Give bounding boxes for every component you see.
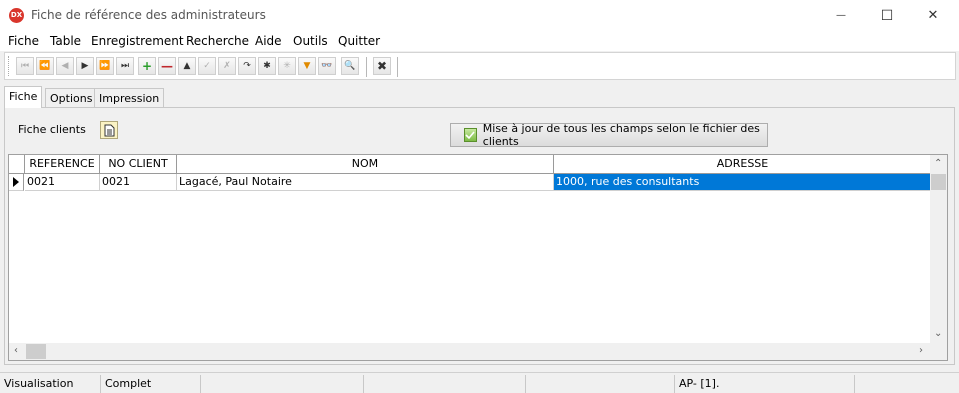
- delete-button[interactable]: —: [158, 57, 176, 75]
- toolbar-separator: [366, 57, 367, 77]
- bookmark-icon: ✱: [263, 60, 271, 71]
- title-bar: DX Fiche de référence des administrateur…: [0, 0, 959, 31]
- status-panel-7: [855, 375, 959, 393]
- grid-header: REFERENCE NO CLIENT NOM ADRESSE: [9, 155, 947, 174]
- search-button[interactable]: 🔍: [341, 57, 359, 75]
- delete-icon: —: [161, 59, 173, 73]
- insert-icon: +: [141, 59, 153, 73]
- first-record-icon: ⏮: [20, 60, 30, 71]
- menu-table[interactable]: Table: [50, 34, 81, 48]
- table-row[interactable]: 0021 0021 Lagacé, Paul Notaire 1000, rue…: [9, 174, 934, 192]
- column-header-reference[interactable]: REFERENCE: [25, 155, 100, 174]
- minimize-button[interactable]: —: [818, 0, 864, 31]
- close-button[interactable]: ✕: [910, 0, 956, 31]
- prior-page-icon: ⏪: [39, 60, 51, 71]
- cancel-button[interactable]: ✗: [218, 57, 236, 75]
- close-icon: ✕: [927, 8, 939, 23]
- cell-no-client[interactable]: 0021: [100, 174, 177, 191]
- navigator-toolbar: ⏮ ⏪ ◀ ▶ ⏩ ⏭ + — ▲ ✓ ✗ ↷ ✱ ✳ ▼ 👓 🔍 ✖: [4, 52, 956, 80]
- update-all-fields-button[interactable]: Mise à jour de tous les champs selon le …: [450, 122, 768, 148]
- current-row-indicator-icon: [9, 174, 24, 191]
- status-panel-3: [201, 375, 364, 393]
- column-header-no-client[interactable]: NO CLIENT: [100, 155, 177, 174]
- first-record-button[interactable]: ⏮: [16, 57, 34, 75]
- filter-button[interactable]: ▼: [298, 57, 316, 75]
- vertical-scroll-thumb[interactable]: [931, 174, 946, 190]
- goto-bookmark-icon: ✳: [283, 60, 291, 71]
- scroll-left-icon[interactable]: ‹: [14, 346, 18, 356]
- column-header-nom[interactable]: NOM: [177, 155, 554, 174]
- minimize-icon: —: [836, 10, 846, 21]
- edit-button[interactable]: ▲: [178, 57, 196, 75]
- menu-aide[interactable]: Aide: [255, 34, 282, 48]
- bookmark-button[interactable]: ✱: [258, 57, 276, 75]
- filter-icon: ▼: [303, 60, 311, 71]
- update-all-fields-label: Mise à jour de tous les champs selon le …: [482, 122, 760, 148]
- cancel-icon: ✗: [223, 60, 231, 71]
- scroll-right-icon[interactable]: ›: [919, 346, 923, 356]
- refresh-icon: ↷: [243, 60, 251, 71]
- last-record-button[interactable]: ⏭: [116, 57, 134, 75]
- menu-outils[interactable]: Outils: [293, 34, 328, 48]
- search-icon: 🔍: [344, 60, 356, 71]
- next-page-icon: ⏩: [99, 60, 111, 71]
- horizontal-scroll-thumb[interactable]: [26, 344, 46, 359]
- toolbar-separator: [397, 57, 398, 77]
- binoculars-icon: 👓: [321, 60, 333, 71]
- vertical-scrollbar[interactable]: ⌃ ⌄: [930, 155, 947, 343]
- edit-icon: ▲: [183, 60, 191, 71]
- next-page-button[interactable]: ⏩: [96, 57, 114, 75]
- binoculars-button[interactable]: 👓: [318, 57, 336, 75]
- scroll-down-icon[interactable]: ⌄: [934, 329, 942, 339]
- indicator-header: [9, 155, 25, 174]
- post-button[interactable]: ✓: [198, 57, 216, 75]
- goto-bookmark-button[interactable]: ✳: [278, 57, 296, 75]
- status-state: Complet: [101, 375, 201, 393]
- maximize-button[interactable]: ☐: [864, 0, 910, 31]
- status-record-position: AP- [1].: [675, 375, 855, 393]
- next-record-button[interactable]: ▶: [76, 57, 94, 75]
- maximize-icon: ☐: [880, 7, 894, 24]
- refresh-button[interactable]: ↷: [238, 57, 256, 75]
- prior-record-button[interactable]: ◀: [56, 57, 74, 75]
- app-icon: DX: [9, 8, 24, 23]
- cell-nom[interactable]: Lagacé, Paul Notaire: [177, 174, 554, 191]
- last-record-icon: ⏭: [120, 60, 130, 71]
- prior-page-button[interactable]: ⏪: [36, 57, 54, 75]
- insert-button[interactable]: +: [138, 57, 156, 75]
- scroll-up-icon[interactable]: ⌃: [934, 159, 942, 169]
- clients-grid[interactable]: REFERENCE NO CLIENT NOM ADRESSE 0021 002…: [8, 154, 948, 361]
- cell-adresse[interactable]: 1000, rue des consultants: [554, 174, 932, 191]
- menu-recherche[interactable]: Recherche: [186, 34, 249, 48]
- scrollbar-corner: [930, 343, 947, 360]
- menu-quitter[interactable]: Quitter: [338, 34, 380, 48]
- fiche-clients-label: Fiche clients: [18, 123, 86, 136]
- status-bar: Visualisation Complet AP- [1].: [0, 372, 959, 393]
- status-panel-5: [526, 375, 675, 393]
- menu-enregistrement[interactable]: Enregistrement: [91, 34, 184, 48]
- menu-bar: Fiche Table Enregistrement Recherche Aid…: [0, 31, 959, 51]
- status-mode: Visualisation: [0, 375, 101, 393]
- toolbar-grip[interactable]: [8, 56, 11, 76]
- checkmark-icon: [464, 128, 477, 142]
- status-panel-4: [364, 375, 526, 393]
- prior-record-icon: ◀: [61, 60, 69, 71]
- horizontal-scrollbar[interactable]: ‹ ›: [9, 343, 932, 360]
- tab-impression[interactable]: Impression: [94, 88, 165, 107]
- post-icon: ✓: [203, 60, 211, 71]
- tab-fiche[interactable]: Fiche: [4, 86, 43, 108]
- document-icon[interactable]: [100, 121, 118, 139]
- tab-options[interactable]: Options: [45, 88, 98, 107]
- close-table-icon: ✖: [376, 59, 388, 73]
- column-header-adresse[interactable]: ADRESSE: [554, 155, 932, 174]
- window-title: Fiche de référence des administrateurs: [31, 8, 266, 22]
- next-record-icon: ▶: [81, 60, 89, 71]
- menu-fiche[interactable]: Fiche: [8, 34, 39, 48]
- cell-reference[interactable]: 0021: [25, 174, 100, 191]
- document-glyph: [104, 124, 114, 136]
- close-table-button[interactable]: ✖: [373, 57, 391, 75]
